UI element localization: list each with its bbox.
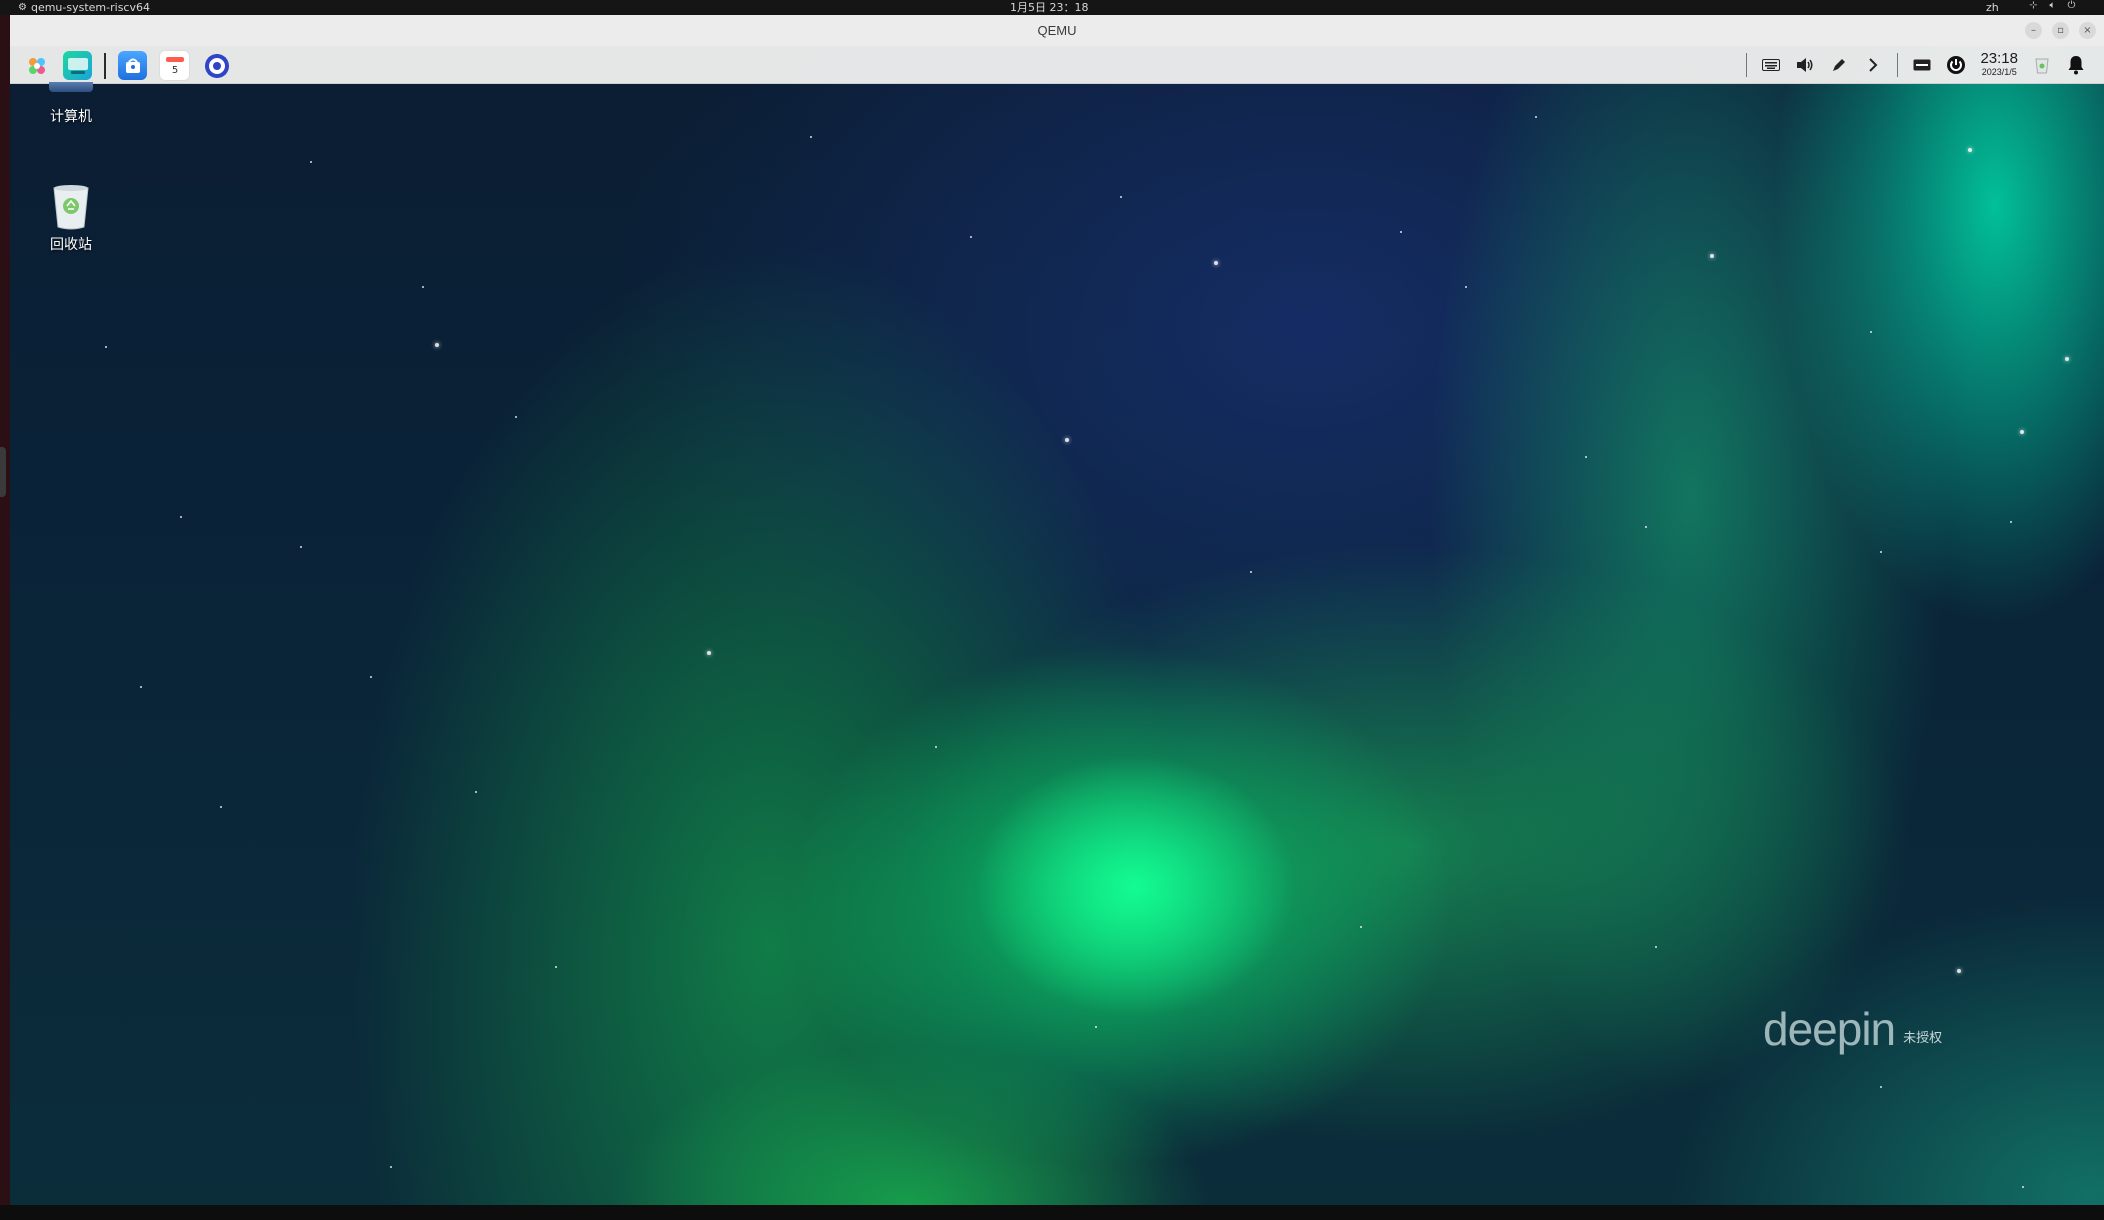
- close-button[interactable]: ×: [2079, 22, 2096, 39]
- host-clock[interactable]: 1月5日 23：18: [1010, 0, 1089, 15]
- notification-bell-icon[interactable]: [2066, 55, 2086, 75]
- deepin-logo: deepin: [1763, 1003, 1896, 1055]
- side-panel-handle[interactable]: [0, 447, 6, 497]
- qemu-titlebar[interactable]: QEMU – ▫ ×: [10, 15, 2104, 47]
- desktop-icon-computer[interactable]: 计算机: [26, 82, 116, 126]
- window-title: QEMU: [1037, 23, 1077, 38]
- desktop-icon-label: 计算机: [50, 109, 92, 125]
- host-app-menu[interactable]: ⚙ qemu-system-riscv64: [18, 0, 150, 15]
- host-system-tray[interactable]: ⊹ 🔈︎ ⏻: [2028, 0, 2077, 11]
- dock-clock[interactable]: 23:18 2023/1/5: [1980, 51, 2018, 78]
- keyboard-icon[interactable]: [1761, 55, 1781, 75]
- window-left-edge: [0, 15, 10, 1205]
- shutdown-icon[interactable]: [1946, 55, 1966, 75]
- host-app-name: qemu-system-riscv64: [30, 1, 150, 14]
- network-icon[interactable]: ⊹: [2028, 0, 2039, 11]
- clock-date: 2023/1/5: [1981, 67, 2017, 77]
- launcher-icon[interactable]: [22, 51, 51, 80]
- deepin-watermark: deepin 未授权: [1763, 1006, 1942, 1052]
- qemu-window: QEMU – ▫ × 5 23:18 2023/1/5 计算机 回收站 deep…: [0, 15, 2104, 1205]
- desktop-icon-trash[interactable]: 回收站: [26, 182, 116, 254]
- trash-icon: [49, 182, 93, 232]
- trash-tray-icon[interactable]: [2032, 55, 2052, 75]
- app-store-icon[interactable]: [118, 51, 147, 80]
- control-center-icon[interactable]: [202, 51, 231, 80]
- computer-icon: [49, 82, 93, 92]
- maximize-button[interactable]: ▫: [2052, 22, 2069, 39]
- dock-separator: [104, 52, 106, 79]
- desktop-icon-label: 回收站: [50, 237, 92, 253]
- multitask-view-icon[interactable]: [63, 51, 92, 80]
- svg-text:5: 5: [171, 65, 177, 76]
- host-top-bar: ⚙ qemu-system-riscv64 1月5日 23：18 zh ⊹ 🔈︎…: [0, 0, 2104, 15]
- tray-separator: [1746, 52, 1748, 77]
- chevron-right-icon[interactable]: [1863, 55, 1883, 75]
- volume-icon[interactable]: [1795, 55, 1815, 75]
- license-status-text: 未授权: [1903, 1031, 1943, 1046]
- minimize-button[interactable]: –: [2025, 22, 2042, 39]
- dde-dock: 5 23:18 2023/1/5: [10, 46, 2104, 84]
- qemu-app-icon: ⚙: [18, 2, 27, 13]
- guest-desktop[interactable]: 5 23:18 2023/1/5 计算机 回收站 deepin 未授权: [10, 46, 2104, 1205]
- host-bottom-band: [0, 1205, 2104, 1220]
- input-method-icon[interactable]: [1912, 55, 1932, 75]
- power-icon[interactable]: ⏻: [2066, 0, 2077, 11]
- volume-icon[interactable]: 🔈︎: [2047, 0, 2058, 11]
- screenshot-pen-icon[interactable]: [1829, 55, 1849, 75]
- calendar-icon[interactable]: 5: [159, 50, 190, 81]
- clock-time: 23:18: [1980, 50, 2018, 67]
- tray-separator: [1897, 52, 1899, 77]
- host-input-language[interactable]: zh: [1986, 0, 1999, 15]
